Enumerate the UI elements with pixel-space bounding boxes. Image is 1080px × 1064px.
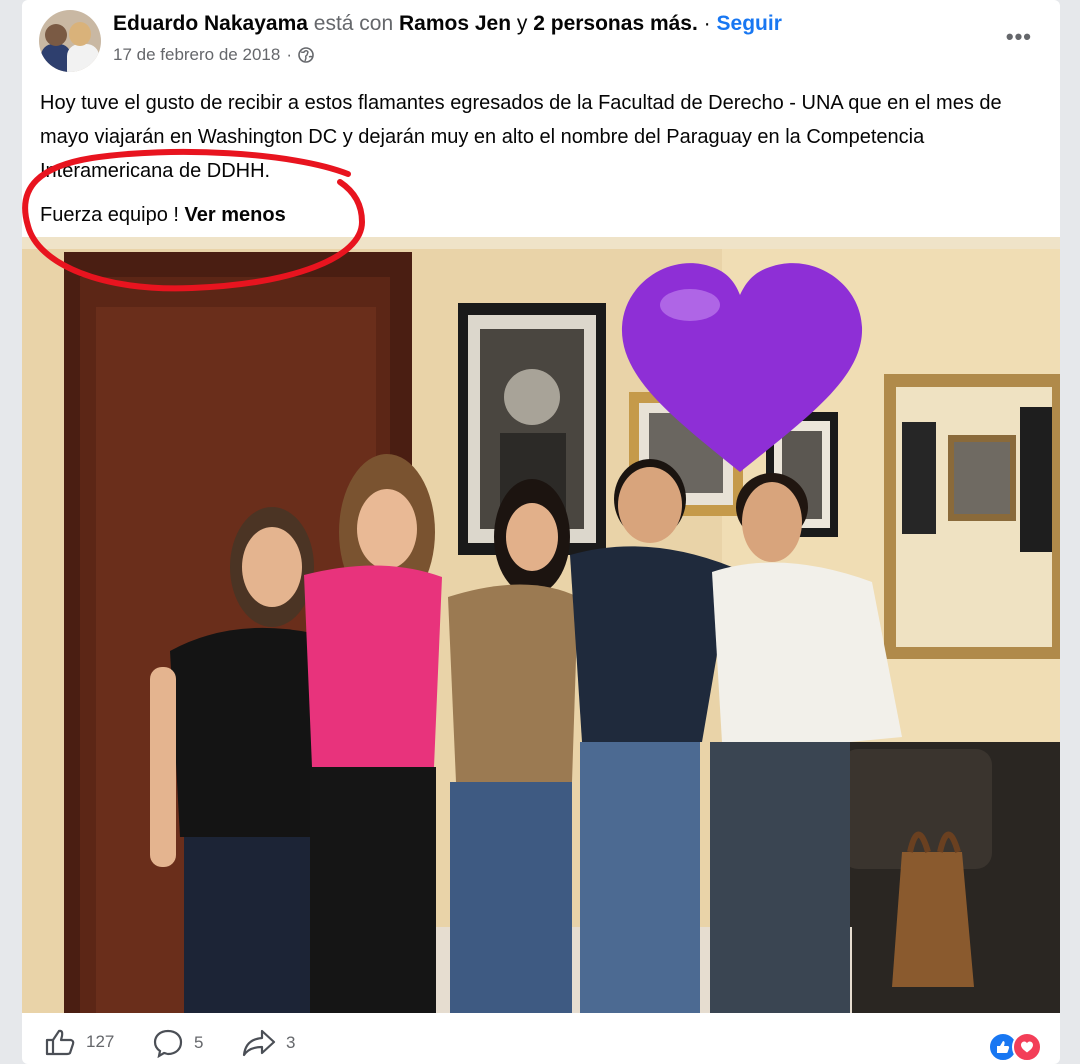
reaction-summary[interactable] xyxy=(988,1032,1042,1062)
handbag xyxy=(892,852,974,987)
tagged-person[interactable]: Ramos Jen xyxy=(399,12,511,35)
comment-count: 5 xyxy=(194,1033,204,1052)
share-count: 3 xyxy=(286,1033,296,1052)
love-reaction-icon xyxy=(1012,1032,1042,1062)
comment-icon xyxy=(153,1029,183,1058)
author-avatar[interactable] xyxy=(39,10,101,72)
globe-icon xyxy=(298,47,314,63)
post-date[interactable]: 17 de febrero de 2018 xyxy=(113,45,280,65)
headline-separator: · xyxy=(703,12,711,35)
like-count: 127 xyxy=(86,1032,115,1051)
share-action[interactable]: 3 xyxy=(242,1028,295,1058)
comment-action[interactable]: 5 xyxy=(152,1028,203,1058)
post-photo[interactable] xyxy=(22,237,1060,1013)
follow-button[interactable]: Seguir xyxy=(717,12,782,35)
thumbs-up-icon xyxy=(45,1029,75,1056)
and-text: y xyxy=(516,12,528,35)
tagged-others-link[interactable]: 2 personas más. xyxy=(533,12,698,35)
more-options-icon[interactable]: ••• xyxy=(1006,24,1032,50)
like-action[interactable]: 127 xyxy=(44,1028,114,1056)
post-header: Eduardo Nakayama está con Ramos Jen y 2 … xyxy=(22,0,1060,80)
with-text: está con xyxy=(313,12,394,35)
date-separator: · xyxy=(286,45,292,64)
author-name[interactable]: Eduardo Nakayama xyxy=(113,12,308,35)
post-footer: 127 5 3 xyxy=(22,1014,1060,1064)
post-card: Eduardo Nakayama está con Ramos Jen y 2 … xyxy=(22,0,1060,1064)
post-headline: Eduardo Nakayama está con Ramos Jen y 2 … xyxy=(113,12,782,36)
post-meta: 17 de febrero de 2018 · xyxy=(113,45,314,65)
share-icon xyxy=(242,1029,276,1057)
red-annotation-circle xyxy=(22,148,366,292)
